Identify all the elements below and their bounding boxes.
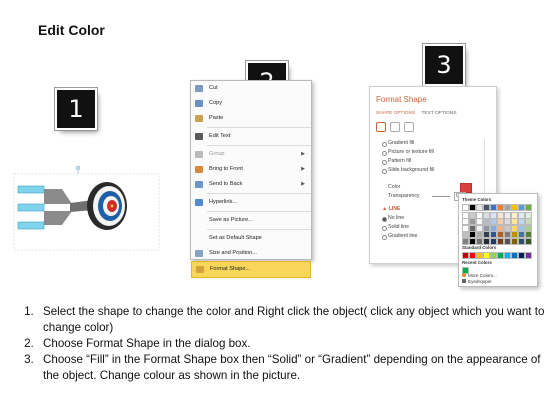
standard-color-swatch[interactable]	[476, 252, 483, 259]
menu-item-bring-to-front[interactable]: Bring to Front ▶	[191, 162, 311, 177]
menu-item-hyperlink[interactable]: Hyperlink...	[191, 195, 311, 210]
theme-color-swatch[interactable]	[490, 204, 497, 211]
theme-color-swatch[interactable]	[469, 237, 476, 245]
hyperlink-icon	[195, 199, 203, 206]
copy-icon	[195, 100, 203, 107]
selection-box	[13, 173, 160, 251]
paste-icon	[195, 115, 203, 122]
theme-color-swatch[interactable]	[462, 204, 469, 211]
pane-icon-row	[376, 122, 418, 134]
instruction-step-1: Select the shape to change the color and…	[37, 304, 549, 336]
theme-color-swatch[interactable]	[483, 204, 490, 211]
menu-item-size-and-position[interactable]: Size and Position...	[191, 246, 311, 261]
pane-tabs: SHAPE OPTIONS TEXT OPTIONS	[376, 111, 462, 116]
color-dropdown: Theme Colors Standard Colors Recent Colo…	[458, 193, 538, 287]
instructions: Select the shape to change the color and…	[9, 304, 549, 384]
theme-color-swatch[interactable]	[483, 237, 490, 245]
submenu-arrow-icon: ▶	[301, 181, 305, 187]
menu-item-paste[interactable]: Paste	[191, 111, 311, 126]
context-menu: Cut Copy Paste Edit Text Group ▶ Bring to…	[190, 80, 312, 278]
theme-color-swatch[interactable]	[511, 204, 518, 211]
option-gradient-fill[interactable]: Gradient fill	[382, 139, 482, 148]
send-back-icon	[195, 181, 203, 188]
eyedropper-item[interactable]: Eyedropper	[462, 279, 492, 284]
theme-color-swatch[interactable]	[462, 237, 469, 245]
standard-color-swatch[interactable]	[497, 252, 504, 259]
more-colors-item[interactable]: More Colors...	[462, 273, 497, 278]
edit-text-icon	[195, 133, 203, 140]
standard-color-swatch[interactable]	[469, 252, 476, 259]
standard-colors-label: Standard Colors	[462, 245, 497, 250]
standard-color-swatch[interactable]	[525, 252, 532, 259]
menu-item-edit-text[interactable]: Edit Text	[191, 129, 311, 144]
theme-color-swatch[interactable]	[476, 237, 483, 245]
instruction-step-3: Choose “Fill” in the Format Shape box th…	[37, 352, 549, 384]
menu-item-set-default-shape[interactable]: Set as Default Shape	[191, 231, 311, 246]
transparency-label: Transparency	[388, 193, 420, 199]
theme-color-swatch[interactable]	[518, 204, 525, 211]
recent-colors-label: Recent Colors	[462, 260, 492, 265]
submenu-arrow-icon: ▶	[301, 151, 305, 157]
color-label: Color	[388, 184, 401, 190]
tab-shape-options[interactable]: SHAPE OPTIONS	[376, 111, 415, 116]
standard-color-swatch[interactable]	[504, 252, 511, 259]
theme-color-swatch[interactable]	[525, 237, 532, 245]
instruction-step-2: Choose Format Shape in the dialog box.	[37, 336, 549, 352]
theme-color-swatch[interactable]	[469, 204, 476, 211]
menu-item-copy[interactable]: Copy	[191, 96, 311, 111]
format-shape-icon	[196, 266, 204, 273]
transparency-slider[interactable]	[432, 196, 450, 197]
fill-line-icon[interactable]	[376, 122, 386, 132]
theme-colors-grid	[462, 204, 534, 245]
option-slide-background-fill[interactable]: Slide background fill	[382, 166, 482, 175]
theme-color-swatch[interactable]	[511, 237, 518, 245]
tab-text-options[interactable]: TEXT OPTIONS	[421, 111, 456, 116]
palette-icon	[462, 273, 466, 277]
theme-color-swatch[interactable]	[476, 204, 483, 211]
menu-item-group: Group ▶	[191, 147, 311, 162]
standard-color-swatch[interactable]	[462, 252, 469, 259]
theme-colors-label: Theme Colors	[462, 197, 492, 202]
size-position-icon	[195, 250, 203, 257]
arrow-bar-top	[17, 185, 45, 194]
eyedropper-icon	[462, 279, 466, 283]
arrow-bar-middle	[17, 203, 45, 212]
color-row: Color	[382, 183, 482, 193]
step-3-badge: 3	[425, 46, 463, 84]
group-icon	[195, 151, 203, 158]
theme-color-swatch[interactable]	[497, 204, 504, 211]
arrow-connector	[44, 189, 72, 225]
target-arrow-illustration[interactable]	[12, 160, 162, 255]
theme-color-swatch[interactable]	[497, 237, 504, 245]
standard-color-swatch[interactable]	[490, 252, 497, 259]
bring-front-icon	[195, 166, 203, 173]
pane-title: Format Shape	[376, 95, 427, 104]
menu-item-format-shape[interactable]: Format Shape...	[191, 261, 311, 278]
standard-colors-grid	[462, 252, 534, 259]
page-title: Edit Color	[38, 22, 105, 38]
theme-color-swatch[interactable]	[525, 204, 532, 211]
size-properties-icon[interactable]	[404, 122, 414, 132]
effects-icon[interactable]	[390, 122, 400, 132]
theme-color-swatch[interactable]	[504, 237, 511, 245]
menu-item-cut[interactable]: Cut	[191, 81, 311, 96]
scissors-icon	[195, 85, 203, 92]
option-pattern-fill[interactable]: Pattern fill	[382, 157, 482, 166]
theme-color-swatch[interactable]	[490, 237, 497, 245]
option-picture-fill[interactable]: Picture or texture fill	[382, 148, 482, 157]
arrow-bar-bottom	[17, 221, 45, 230]
rotate-handle	[75, 165, 81, 171]
theme-color-swatch[interactable]	[504, 204, 511, 211]
standard-color-swatch[interactable]	[511, 252, 518, 259]
step-1-badge: 1	[57, 90, 95, 128]
submenu-arrow-icon: ▶	[301, 166, 305, 172]
theme-color-swatch[interactable]	[518, 237, 525, 245]
menu-item-save-as-picture[interactable]: Save as Picture...	[191, 213, 311, 228]
standard-color-swatch[interactable]	[483, 252, 490, 259]
menu-item-send-to-back[interactable]: Send to Back ▶	[191, 177, 311, 192]
standard-color-swatch[interactable]	[518, 252, 525, 259]
